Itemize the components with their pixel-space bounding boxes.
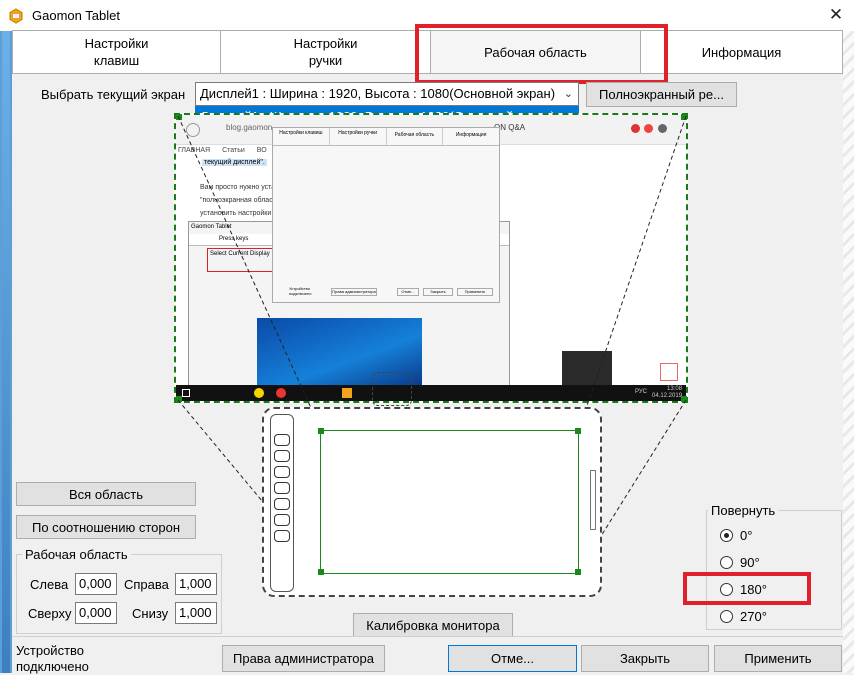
page-text: текущий дисплей". (202, 159, 267, 166)
rotate-90-radio[interactable] (720, 556, 733, 569)
preview-status: Устройство подключено (289, 286, 312, 296)
nav-item: ГЛАВНАЯ (178, 147, 211, 154)
preview-cancel-button: Отме... (397, 288, 419, 296)
nested-window-title: Gaomon Tablet (191, 224, 232, 230)
nav-item: Статьи (222, 147, 245, 154)
page-paragraph: Вам просто нужно устан "полноэкранная об… (200, 184, 279, 217)
rotate-title: Повернуть (708, 503, 779, 518)
tray-popup (562, 351, 612, 385)
tab-label: ручки (308, 53, 343, 68)
area-handle[interactable] (318, 569, 324, 575)
aspect-ratio-button[interactable]: По соотношению сторон (16, 515, 196, 539)
area-handle[interactable] (681, 396, 687, 402)
browser-extension-icon (644, 124, 653, 133)
bottom-label: Снизу (132, 606, 169, 621)
nested-tab-label: Press keys (219, 236, 249, 242)
right-input[interactable]: 1,000 (175, 573, 217, 595)
rotate-270-label: 270° (740, 609, 767, 624)
tablet-express-keys (274, 434, 290, 564)
fullscreen-button[interactable]: Полноэкранный ре... (586, 82, 737, 107)
display-select-value: Дисплей1 : Ширина : 1920, Высота : 1080(… (200, 86, 556, 101)
tab-label: Настройки (293, 36, 358, 51)
display-select[interactable]: Дисплей1 : Ширина : 1920, Высота : 1080(… (195, 82, 579, 106)
rotate-90-label: 90° (740, 555, 760, 570)
area-handle[interactable] (575, 569, 581, 575)
preview-window: Настройки клавиш Настройки ручки Рабочая… (272, 127, 500, 303)
tablet-brand-mark (590, 470, 596, 530)
close-button[interactable]: Закрыть (581, 645, 709, 672)
area-handle[interactable] (176, 114, 182, 120)
desktop-background-right (843, 31, 854, 673)
top-input[interactable]: 0,000 (75, 602, 117, 624)
taskbar-clock: 13:08 04.12.2019 (652, 386, 683, 399)
start-icon (182, 389, 190, 397)
rotate-270-radio[interactable] (720, 610, 733, 623)
preview-admin-button: Права администратора (331, 288, 377, 296)
display-label: Выбрать текущий экран (41, 87, 186, 102)
tab-label: клавиш (93, 53, 140, 68)
gaomon-app-icon (9, 8, 23, 24)
bottom-input[interactable]: 1,000 (175, 602, 217, 624)
preview-close-button: Закрыть (423, 288, 453, 296)
tab-information[interactable]: Информация (640, 30, 843, 74)
gaomon-taskbar-icon (342, 388, 352, 398)
left-label: Слева (30, 577, 69, 592)
browser-url: blog.gaomon... (226, 123, 279, 132)
highlight-rotate-180 (683, 572, 811, 605)
calibrate-monitor-button[interactable]: Калибровка монитора (353, 613, 513, 637)
rotate-0-radio[interactable] (720, 529, 733, 542)
taskbar (176, 385, 686, 401)
area-handle[interactable] (176, 396, 182, 402)
close-window-icon[interactable]: ✕ (822, 3, 850, 27)
browser-icon (254, 388, 264, 398)
left-input[interactable]: 0,000 (75, 573, 117, 595)
work-area-title: Рабочая область (22, 547, 131, 562)
highlight-work-area-tab (415, 24, 668, 84)
browser-extension-icon (631, 124, 640, 133)
top-label: Сверху (28, 606, 72, 621)
avatar (658, 124, 667, 133)
tablet-active-area[interactable] (320, 430, 579, 574)
tab-label: Информация (701, 44, 782, 60)
scroll-top-icon (660, 363, 678, 381)
back-icon (186, 123, 200, 137)
tab-key-settings[interactable]: Настройки клавиш (12, 30, 221, 74)
divider (12, 636, 843, 637)
apply-button[interactable]: Применить (714, 645, 842, 672)
rotate-0-label: 0° (740, 528, 753, 543)
admin-button[interactable]: Права администратора (222, 645, 385, 672)
area-handle[interactable] (318, 428, 324, 434)
device-status: Устройство подключено (16, 643, 89, 674)
tab-label: Настройки (84, 36, 149, 51)
tab-pen-settings[interactable]: Настройки ручки (220, 30, 431, 74)
screen-preview[interactable]: blog.gaomon... ON Q&A ГЛАВНАЯ Статьи ВО … (174, 113, 688, 403)
area-handle[interactable] (575, 428, 581, 434)
browser-icon (276, 388, 286, 398)
preview-window-tabs: Настройки клавиш Настройки ручки Рабочая… (273, 128, 499, 146)
area-handle[interactable] (681, 114, 687, 120)
window-title: Gaomon Tablet (32, 8, 120, 23)
tablet-stand (372, 372, 412, 406)
desktop-background-left (0, 31, 12, 673)
preview-apply-button: Применить (457, 288, 493, 296)
taskbar-lang: РУС (635, 389, 648, 395)
right-label: Справа (124, 577, 169, 592)
nav-item: ВО (256, 147, 267, 154)
whole-area-button[interactable]: Вся область (16, 482, 196, 506)
chevron-down-icon: ⌄ (563, 88, 573, 100)
cancel-button[interactable]: Отме... (448, 645, 577, 672)
blog-nav: ГЛАВНАЯ Статьи ВО (176, 145, 276, 159)
